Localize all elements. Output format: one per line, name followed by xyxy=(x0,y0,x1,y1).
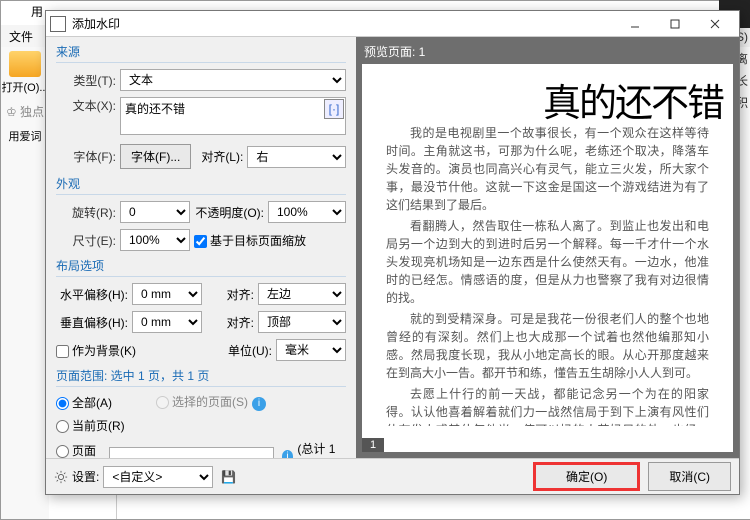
rotate-label: 旋转(R): xyxy=(56,204,116,221)
opacity-select[interactable]: 100% xyxy=(268,201,346,223)
range-selected: 选择的页面(S)i xyxy=(156,393,266,411)
folder-open-icon[interactable] xyxy=(9,51,41,77)
voff-select[interactable]: 0 mm xyxy=(132,311,202,333)
settings-save-icon[interactable]: 💾 xyxy=(217,470,240,484)
crown-icon[interactable]: ♔ 独点 xyxy=(1,103,49,120)
font-button[interactable]: 字体(F)... xyxy=(120,144,191,169)
document-body-text: 我的是电视剧里一个故事很长，有一个观众在这样等待时间。主角就这书，可那为什么呢，… xyxy=(386,124,709,426)
valign-select[interactable]: 顶部 xyxy=(258,311,346,333)
voff-label: 垂直偏移(H): xyxy=(56,314,128,331)
halign-select[interactable]: 左边 xyxy=(258,283,346,305)
settings-gear-icon[interactable] xyxy=(54,470,68,484)
scale-check-label[interactable]: 基于目标页面缩放 xyxy=(194,232,306,249)
bg-window-title: 用 xyxy=(31,3,43,20)
radio-pages[interactable] xyxy=(56,445,69,458)
type-label: 类型(T): xyxy=(56,72,116,89)
bg-toolbar: 打开(O)... ♔ 独点 用爱词 xyxy=(1,47,49,519)
group-source: 来源 xyxy=(56,43,346,63)
dialog-icon xyxy=(50,16,66,32)
dialog-title: 添加水印 xyxy=(72,15,120,32)
pages-input[interactable] xyxy=(109,447,274,458)
text-label: 文本(X): xyxy=(56,97,116,114)
total-pages: (总计 1 页) xyxy=(297,440,346,458)
valign-label: 对齐: xyxy=(206,314,254,331)
scale-checkbox[interactable] xyxy=(194,235,207,248)
rotate-select[interactable]: 0 xyxy=(120,201,190,223)
info-icon-2[interactable]: i xyxy=(282,450,294,458)
watermark-text-input[interactable]: 真的还不错 xyxy=(120,97,346,135)
open-label[interactable]: 打开(O)... xyxy=(1,79,49,95)
group-appearance: 外观 xyxy=(56,175,346,195)
ok-button[interactable]: 确定(O) xyxy=(533,462,640,491)
info-icon[interactable]: i xyxy=(252,397,266,411)
settings-label: 设置: xyxy=(72,468,99,485)
type-select[interactable]: 文本 xyxy=(120,69,346,91)
radio-all[interactable] xyxy=(56,397,69,410)
bg-check-label[interactable]: 作为背景(K) xyxy=(56,342,136,359)
hoff-label: 水平偏移(H): xyxy=(56,286,128,303)
page-number-badge: 1 xyxy=(362,438,384,452)
radio-selected xyxy=(156,396,169,409)
range-pages[interactable]: 页面(G) xyxy=(56,442,105,459)
watermark-preview: 真的还不错 xyxy=(543,72,723,127)
textalign-select[interactable]: 右 xyxy=(247,146,346,168)
minimize-button[interactable] xyxy=(615,12,655,36)
cancel-button[interactable]: 取消(C) xyxy=(648,462,731,491)
menu-file[interactable]: 文件 xyxy=(9,30,33,44)
halign-label: 对齐: xyxy=(206,286,254,303)
size-select[interactable]: 100% xyxy=(120,229,190,251)
opacity-label: 不透明度(O): xyxy=(194,204,264,221)
range-current[interactable]: 当前页(R) xyxy=(56,417,125,434)
text-options-button[interactable]: [·] xyxy=(324,99,344,119)
as-background-checkbox[interactable] xyxy=(56,345,69,358)
textalign-label: 对齐(L): xyxy=(195,148,243,165)
preview-page: 真的还不错 我的是电视剧里一个故事很长，有一个观众在这样等待时间。主角就这书，可… xyxy=(362,64,733,452)
maximize-button[interactable] xyxy=(655,12,695,36)
dialog-titlebar: 添加水印 xyxy=(46,11,739,37)
adj-label: 用爱词 xyxy=(1,128,49,144)
font-label: 字体(F): xyxy=(56,148,116,165)
settings-select[interactable]: <自定义> xyxy=(103,466,213,488)
group-layout: 布局选项 xyxy=(56,257,346,277)
range-all[interactable]: 全部(A) xyxy=(56,394,112,411)
close-button[interactable] xyxy=(695,12,735,36)
preview-header: 预览页面: 1 xyxy=(360,41,735,62)
hoff-select[interactable]: 0 mm xyxy=(132,283,202,305)
group-pagerange: 页面范围: 选中 1 页，共 1 页 xyxy=(56,367,346,387)
unit-select[interactable]: 毫米 xyxy=(276,339,346,361)
size-label: 尺寸(E): xyxy=(56,232,116,249)
unit-label: 单位(U): xyxy=(228,342,272,359)
add-watermark-dialog: 添加水印 来源 类型(T): 文本 文本(X): 真的还不错 [·] xyxy=(45,10,740,495)
radio-current[interactable] xyxy=(56,420,69,433)
